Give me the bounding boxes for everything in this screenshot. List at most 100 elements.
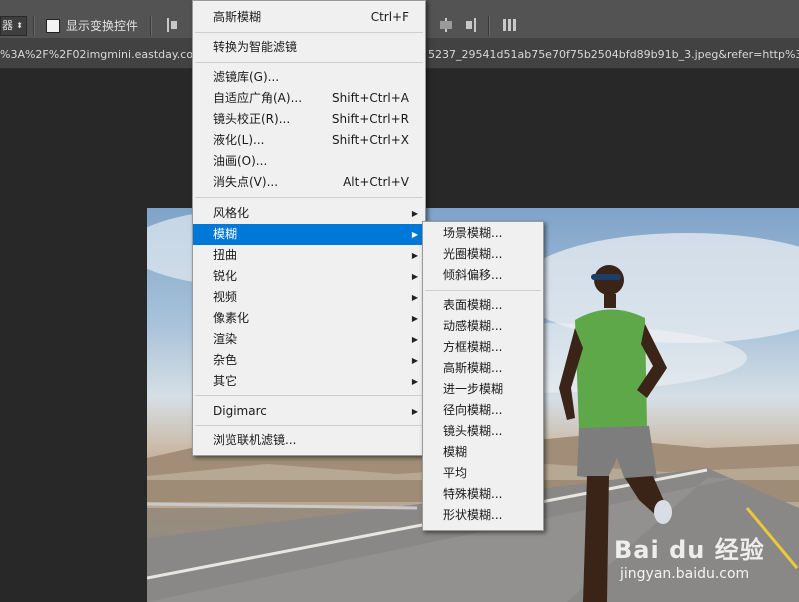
menu-item-other[interactable]: 其它 ▶ <box>193 371 425 392</box>
submenu-arrow-icon: ▶ <box>411 230 418 239</box>
menu-item-label: 转换为智能滤镜 <box>213 40 298 54</box>
menu-item-shortcut: Alt+Ctrl+V <box>343 175 409 189</box>
toolbar-divider <box>488 16 490 36</box>
menu-item-label: 高斯模糊 <box>213 10 262 24</box>
submenu-item-label: 形状模糊... <box>443 508 503 522</box>
menu-item-adaptive-wide-angle[interactable]: 自适应广角(A)... Shift+Ctrl+A <box>193 88 425 109</box>
submenu-arrow-icon: ▶ <box>411 209 418 218</box>
menu-item-label: 消失点(V)... <box>213 175 279 189</box>
chevron-updown-icon: ⬍ <box>16 21 23 30</box>
submenu-arrow-icon: ▶ <box>411 272 418 281</box>
menu-item-render[interactable]: 渲染 ▶ <box>193 329 425 350</box>
distribute-horizontal-icon[interactable] <box>438 17 454 33</box>
menu-item-distort[interactable]: 扭曲 ▶ <box>193 245 425 266</box>
submenu-item-label: 进一步模糊 <box>443 382 504 396</box>
submenu-item-label: 场景模糊... <box>443 226 503 240</box>
show-transform-controls-checkbox[interactable] <box>46 19 60 33</box>
menu-item-label: 杂色 <box>213 353 238 367</box>
menu-item-filter-gallery[interactable]: 滤镜库(G)... <box>193 67 425 88</box>
submenu-item-label: 高斯模糊... <box>443 361 503 375</box>
menu-item-label: 像素化 <box>213 311 250 325</box>
submenu-item-label: 光圈模糊... <box>443 247 503 261</box>
submenu-item-smart-blur[interactable]: 特殊模糊... <box>423 484 543 505</box>
menu-separator <box>425 290 541 291</box>
menu-item-blur[interactable]: 模糊 ▶ <box>193 224 425 245</box>
distribute-columns-icon[interactable] <box>502 17 518 33</box>
menu-item-label: 其它 <box>213 374 238 388</box>
tool-preset-dropdown[interactable]: 器 ⬍ <box>0 16 27 36</box>
menu-item-shortcut: Ctrl+F <box>370 10 409 24</box>
submenu-item-label: 径向模糊... <box>443 403 503 417</box>
submenu-item-field-blur[interactable]: 场景模糊... <box>423 223 543 244</box>
submenu-item-label: 方框模糊... <box>443 340 503 354</box>
submenu-item-lens-blur[interactable]: 镜头模糊... <box>423 421 543 442</box>
submenu-item-average[interactable]: 平均 <box>423 463 543 484</box>
align-right-icon[interactable] <box>462 17 478 33</box>
menu-item-label: 风格化 <box>213 206 250 220</box>
menu-item-shortcut: Shift+Ctrl+R <box>331 112 409 126</box>
toolbar-divider <box>150 16 152 36</box>
submenu-item-label: 倾斜偏移... <box>443 268 503 282</box>
submenu-item-label: 模糊 <box>443 445 468 459</box>
menu-item-sharpen[interactable]: 锐化 ▶ <box>193 266 425 287</box>
submenu-item-gaussian-blur[interactable]: 高斯模糊... <box>423 358 543 379</box>
menu-item-liquify[interactable]: 液化(L)... Shift+Ctrl+X <box>193 130 425 151</box>
menu-item-label: 液化(L)... <box>213 133 265 147</box>
menu-item-label: 视频 <box>213 290 238 304</box>
menu-item-label: 扭曲 <box>213 248 238 262</box>
document-path-right: 5237_29541d51ab75e70f75b2504bfd89b91b_3.… <box>428 48 799 61</box>
menu-separator <box>195 62 423 63</box>
submenu-arrow-icon: ▶ <box>411 356 418 365</box>
blur-submenu: 场景模糊... 光圈模糊... 倾斜偏移... 表面模糊... 动感模糊... … <box>422 221 544 531</box>
baidu-jingyan-url: jingyan.baidu.com <box>620 566 750 582</box>
submenu-item-label: 特殊模糊... <box>443 487 503 501</box>
submenu-arrow-icon: ▶ <box>411 377 418 386</box>
submenu-item-motion-blur[interactable]: 动感模糊... <box>423 316 543 337</box>
menu-item-noise[interactable]: 杂色 ▶ <box>193 350 425 371</box>
menu-item-digimarc[interactable]: Digimarc ▶ <box>193 401 425 422</box>
submenu-arrow-icon: ▶ <box>411 314 418 323</box>
menu-item-label: 浏览联机滤镜... <box>213 433 297 447</box>
menu-item-label: Digimarc <box>213 404 267 418</box>
document-path-left: %3A%2F%2F02imgmini.eastday.co <box>0 48 194 61</box>
submenu-item-label: 平均 <box>443 466 468 480</box>
submenu-item-blur[interactable]: 模糊 <box>423 442 543 463</box>
menu-item-label: 滤镜库(G)... <box>213 70 280 84</box>
menu-item-lens-correction[interactable]: 镜头校正(R)... Shift+Ctrl+R <box>193 109 425 130</box>
submenu-item-label: 镜头模糊... <box>443 424 503 438</box>
menu-separator <box>195 32 423 33</box>
menu-item-last-filter[interactable]: 高斯模糊 Ctrl+F <box>193 7 425 28</box>
menu-separator <box>195 395 423 396</box>
menu-item-label: 模糊 <box>213 227 238 241</box>
align-left-icon[interactable] <box>165 17 181 33</box>
submenu-item-label: 动感模糊... <box>443 319 503 333</box>
menu-item-label: 渲染 <box>213 332 238 346</box>
menu-separator <box>195 197 423 198</box>
menu-separator <box>195 425 423 426</box>
submenu-item-tilt-shift[interactable]: 倾斜偏移... <box>423 265 543 286</box>
submenu-item-box-blur[interactable]: 方框模糊... <box>423 337 543 358</box>
menu-item-label: 锐化 <box>213 269 238 283</box>
menu-item-vanishing-point[interactable]: 消失点(V)... Alt+Ctrl+V <box>193 172 425 193</box>
filter-menu: 高斯模糊 Ctrl+F 转换为智能滤镜 滤镜库(G)... 自适应广角(A)...… <box>192 0 426 456</box>
menu-item-shortcut: Shift+Ctrl+A <box>332 91 409 105</box>
menu-item-label: 油画(O)... <box>213 154 268 168</box>
submenu-arrow-icon: ▶ <box>411 407 418 416</box>
menu-item-convert-smart-filter[interactable]: 转换为智能滤镜 <box>193 37 425 58</box>
show-transform-controls-label: 显示变换控件 <box>66 19 139 33</box>
toolbar-divider <box>33 16 35 36</box>
menu-item-label: 自适应广角(A)... <box>213 91 303 105</box>
submenu-item-iris-blur[interactable]: 光圈模糊... <box>423 244 543 265</box>
submenu-arrow-icon: ▶ <box>411 251 418 260</box>
menu-item-browse-online-filters[interactable]: 浏览联机滤镜... <box>193 430 425 451</box>
menu-item-oil-paint[interactable]: 油画(O)... <box>193 151 425 172</box>
menu-item-stylize[interactable]: 风格化 ▶ <box>193 203 425 224</box>
submenu-item-surface-blur[interactable]: 表面模糊... <box>423 295 543 316</box>
menu-item-label: 镜头校正(R)... <box>213 112 291 126</box>
menu-item-video[interactable]: 视频 ▶ <box>193 287 425 308</box>
menu-item-pixelate[interactable]: 像素化 ▶ <box>193 308 425 329</box>
submenu-item-radial-blur[interactable]: 径向模糊... <box>423 400 543 421</box>
submenu-item-shape-blur[interactable]: 形状模糊... <box>423 505 543 526</box>
submenu-arrow-icon: ▶ <box>411 293 418 302</box>
submenu-item-blur-more[interactable]: 进一步模糊 <box>423 379 543 400</box>
